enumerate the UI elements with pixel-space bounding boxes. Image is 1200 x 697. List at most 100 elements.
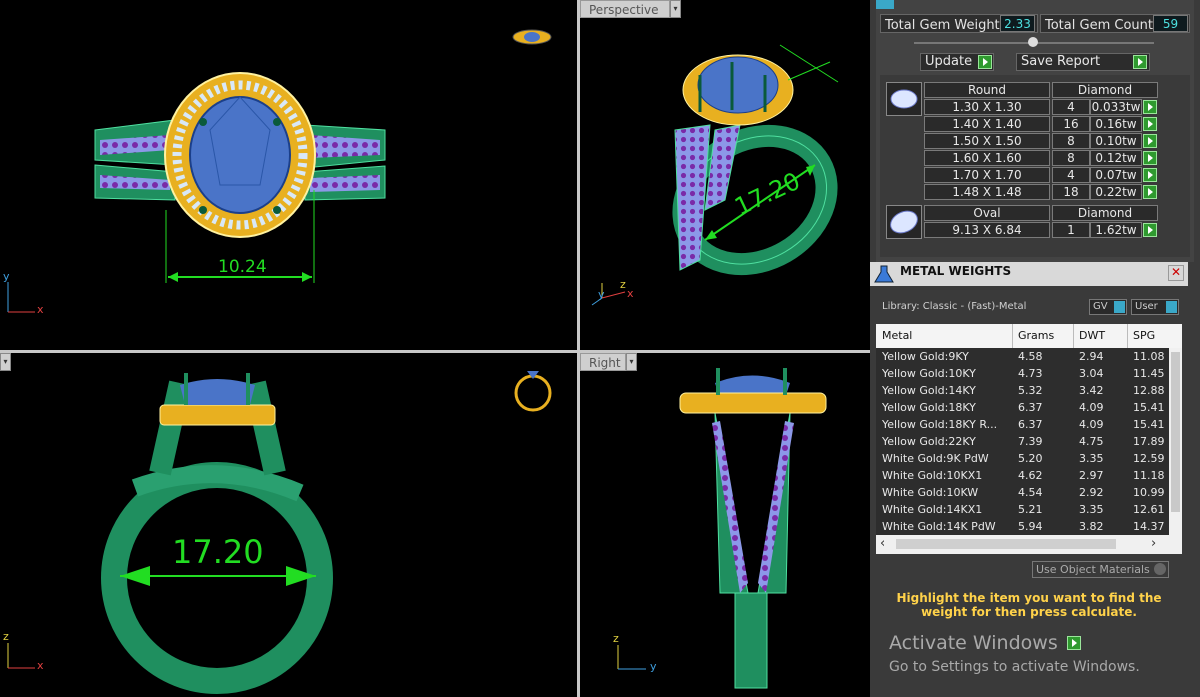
oval-gem-icon[interactable] xyxy=(886,205,922,239)
table-row[interactable]: Yellow Gold:22KY 7.39 4.75 17.89 xyxy=(876,433,1169,450)
panel-icon xyxy=(876,0,894,9)
viewport-top[interactable]: 10.24 y x xyxy=(0,0,577,350)
metal-weights-title: METAL WEIGHTS xyxy=(900,264,1012,278)
metal-metal-cell: Yellow Gold:10KY xyxy=(882,367,976,380)
table-row[interactable]: White Gold:9K PdW 5.20 3.35 12.59 xyxy=(876,450,1169,467)
instruction-text: Highlight the item you want to find the … xyxy=(896,591,1162,619)
scrollbar-thumb[interactable] xyxy=(1171,352,1180,512)
save-report-button[interactable]: Save Report xyxy=(1016,53,1150,71)
round-row-play-icon[interactable] xyxy=(1143,185,1157,199)
total-weight-value: 2.33 xyxy=(1000,15,1035,32)
table-row[interactable]: White Gold:14KX1 5.21 3.35 12.61 xyxy=(876,501,1169,518)
table-row[interactable]: White Gold:14K PdW 5.94 3.82 14.37 xyxy=(876,518,1169,535)
horizontal-scrollbar[interactable]: ‹ › xyxy=(876,535,1182,554)
viewport-right[interactable]: Right ▾ z y xyxy=(580,353,870,697)
metal-metal-cell: Yellow Gold:22KY xyxy=(882,435,976,448)
metal-metal-cell: White Gold:10KW xyxy=(882,486,979,499)
column-header-spg[interactable]: SPG xyxy=(1133,329,1155,342)
table-row[interactable]: Yellow Gold:14KY 5.32 3.42 12.88 xyxy=(876,382,1169,399)
gem-report-panel: Total Gem Weight 2.33 Total Gem Count 59… xyxy=(876,0,1194,262)
column-divider[interactable] xyxy=(1012,324,1013,348)
metal-spg-cell: 15.41 xyxy=(1133,418,1165,431)
library-label: Library: Classic - (Fast)-Metal xyxy=(882,301,1027,312)
metal-spg-cell: 10.99 xyxy=(1133,486,1165,499)
activation-watermark-subtitle: Go to Settings to activate Windows. xyxy=(889,659,1140,675)
gv-toggle[interactable]: GV xyxy=(1089,299,1127,315)
table-row[interactable]: Yellow Gold:9KY 4.58 2.94 11.08 xyxy=(876,348,1169,365)
activation-watermark-title: Activate Windows xyxy=(889,632,1058,654)
axis-z-label: z xyxy=(3,630,9,643)
dimension-label-top: 10.24 xyxy=(218,257,267,277)
dimension-label-front: 17.20 xyxy=(172,533,264,571)
round-count-cell: 8 xyxy=(1052,133,1090,149)
oval-row-play-icon[interactable] xyxy=(1143,223,1157,237)
user-toggle[interactable]: User xyxy=(1131,299,1179,315)
flask-icon xyxy=(874,265,894,283)
round-weight-cell: 0.16tw xyxy=(1090,116,1142,132)
round-row-play-icon[interactable] xyxy=(1143,168,1157,182)
round-size-cell: 1.40 X 1.40 xyxy=(924,116,1050,132)
axis-x-label: x xyxy=(627,287,634,300)
metal-metal-cell: Yellow Gold:18KY xyxy=(882,401,976,414)
column-header-metal[interactable]: Metal xyxy=(882,329,912,342)
scroll-right-icon[interactable]: › xyxy=(1151,536,1156,551)
metal-dwt-cell: 3.82 xyxy=(1079,520,1104,533)
viewport-divider-vertical[interactable] xyxy=(577,0,580,697)
metal-spg-cell: 17.89 xyxy=(1133,435,1165,448)
ring-perspective-view xyxy=(591,44,839,306)
round-row-play-icon[interactable] xyxy=(1143,117,1157,131)
ring-top-view xyxy=(7,29,552,313)
metal-grams-cell: 5.94 xyxy=(1018,520,1043,533)
oval-count-cell: 1 xyxy=(1052,222,1090,238)
scroll-left-icon[interactable]: ‹ xyxy=(880,536,885,551)
metal-dwt-cell: 3.42 xyxy=(1079,384,1104,397)
user-info-icon xyxy=(1166,301,1177,313)
metal-dwt-cell: 2.97 xyxy=(1079,469,1104,482)
metal-dwt-cell: 2.92 xyxy=(1079,486,1104,499)
metal-weights-table: Metal Grams DWT SPG Yellow Gold:9KY 4.58 2… xyxy=(876,324,1182,554)
update-label: Update xyxy=(925,54,973,69)
column-header-dwt[interactable]: DWT xyxy=(1079,329,1105,342)
metal-spg-cell: 12.59 xyxy=(1133,452,1165,465)
panel-slider-knob[interactable] xyxy=(1028,37,1038,47)
round-shape-header: Round xyxy=(924,82,1050,98)
round-row-play-icon[interactable] xyxy=(1143,151,1157,165)
axis-y-label: y xyxy=(598,288,605,301)
close-icon[interactable]: ✕ xyxy=(1168,265,1184,281)
column-divider[interactable] xyxy=(1127,324,1128,348)
column-header-grams[interactable]: Grams xyxy=(1018,329,1054,342)
use-object-materials-dropdown[interactable]: Use Object Materials xyxy=(1032,561,1169,578)
update-button[interactable]: Update xyxy=(920,53,994,71)
table-header: Metal Grams DWT SPG xyxy=(876,324,1182,349)
viewport-divider-horizontal[interactable] xyxy=(0,350,870,353)
scrollbar-thumb[interactable] xyxy=(896,539,1116,549)
ring-front-view xyxy=(7,371,552,694)
round-size-cell: 1.50 X 1.50 xyxy=(924,133,1050,149)
metal-weights-header: METAL WEIGHTS ✕ xyxy=(870,262,1188,286)
metal-dwt-cell: 4.09 xyxy=(1079,418,1104,431)
column-divider[interactable] xyxy=(1073,324,1074,348)
metal-spg-cell: 11.45 xyxy=(1133,367,1165,380)
metal-grams-cell: 4.73 xyxy=(1018,367,1043,380)
table-row[interactable]: Yellow Gold:18KY R... 6.37 4.09 15.41 xyxy=(876,416,1169,433)
vertical-scrollbar[interactable] xyxy=(1169,348,1182,535)
calculate-play-icon[interactable] xyxy=(1067,636,1081,650)
table-row[interactable]: White Gold:10KW 4.54 2.92 10.99 xyxy=(876,484,1169,501)
table-row[interactable]: White Gold:10KX1 4.62 2.97 11.18 xyxy=(876,467,1169,484)
gv-label: GV xyxy=(1093,301,1108,312)
axis-y-label: y xyxy=(650,660,657,673)
table-row[interactable]: Yellow Gold:10KY 4.73 3.04 11.45 xyxy=(876,365,1169,382)
round-count-cell: 16 xyxy=(1052,116,1090,132)
viewport-front[interactable]: ▾ 17.20 z x xyxy=(0,353,577,697)
table-row[interactable]: Yellow Gold:18KY 6.37 4.09 15.41 xyxy=(876,399,1169,416)
metal-dwt-cell: 3.35 xyxy=(1079,503,1104,516)
round-gem-icon[interactable] xyxy=(886,82,922,116)
round-size-cell: 1.30 X 1.30 xyxy=(924,99,1050,115)
round-weight-cell: 0.033tw xyxy=(1090,99,1142,115)
metal-spg-cell: 12.88 xyxy=(1133,384,1165,397)
round-row-play-icon[interactable] xyxy=(1143,100,1157,114)
metal-spg-cell: 11.18 xyxy=(1133,469,1165,482)
round-row-play-icon[interactable] xyxy=(1143,134,1157,148)
metal-metal-cell: White Gold:10KX1 xyxy=(882,469,983,482)
viewport-perspective[interactable]: Perspective ▾ 17.20 z x y xyxy=(580,0,870,350)
